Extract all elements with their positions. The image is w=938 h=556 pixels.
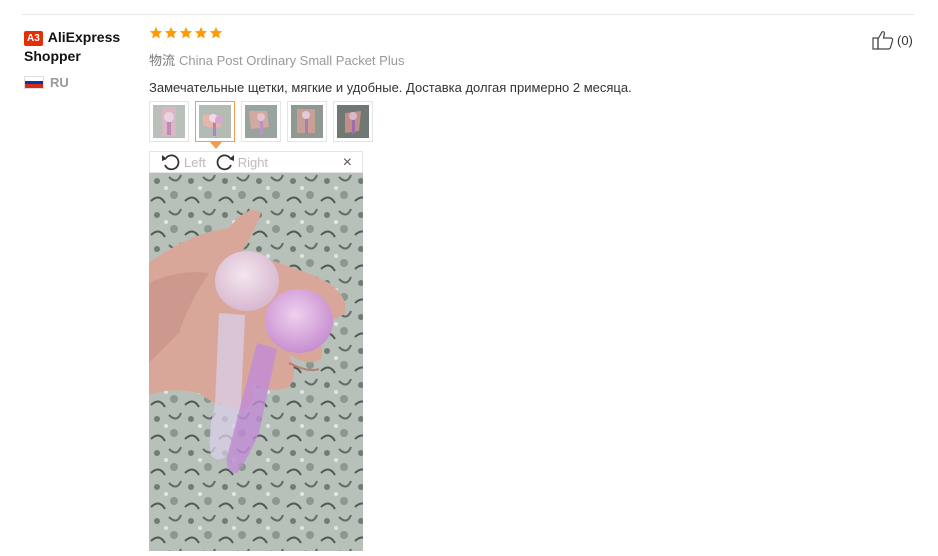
reviewer-name: AliExpress	[47, 29, 121, 45]
logistics-info: 物流 China Post Ordinary Small Packet Plus	[149, 50, 849, 69]
star-rating	[149, 26, 849, 44]
rotate-left-icon	[162, 154, 180, 171]
top-divider	[22, 14, 914, 15]
thumbs-up-icon	[872, 31, 894, 50]
photo-thumbnail[interactable]	[149, 101, 189, 142]
logistics-value: China Post Ordinary Small Packet Plus	[179, 53, 405, 68]
photo-thumbnails	[149, 101, 373, 149]
rotate-left-label: Left	[184, 154, 206, 170]
rotate-right-label: Right	[237, 154, 269, 170]
logistics-label: 物流	[149, 53, 176, 68]
star-icon	[164, 26, 178, 39]
review-text: Замечательные щетки, мягкие и удобные. Д…	[149, 80, 632, 95]
photo-thumbnail[interactable]	[333, 101, 373, 142]
photo-thumbnail[interactable]	[287, 101, 327, 142]
member-level-badge: A3	[24, 31, 43, 46]
thumbnail-image	[199, 105, 231, 138]
helpful-button[interactable]: (0)	[872, 30, 913, 50]
thumbnail-image	[153, 105, 185, 138]
russia-flag-icon	[24, 76, 44, 89]
review-photo-large	[149, 173, 363, 551]
review-body: 物流 China Post Ordinary Small Packet Plus …	[149, 26, 849, 95]
thumbnail-image	[245, 105, 277, 138]
thumbnail-image	[337, 105, 369, 138]
star-icon	[194, 26, 208, 39]
reviewer-country: RU	[24, 75, 144, 90]
reviewer-info: A3 AliExpress Shopper RU	[24, 28, 144, 90]
country-code: RU	[50, 75, 69, 90]
rotate-right-button[interactable]: Right	[214, 152, 268, 172]
photo-thumbnail-active[interactable]	[195, 101, 235, 149]
star-icon	[149, 26, 163, 39]
star-icon	[179, 26, 193, 39]
photo-thumbnail[interactable]	[241, 101, 281, 142]
review-photo-image	[149, 173, 363, 551]
close-viewer-button[interactable]: ×	[343, 154, 352, 172]
thumbnail-image	[291, 105, 323, 138]
rotate-right-icon	[216, 154, 234, 171]
photo-viewer-toolbar: Left Right ×	[149, 151, 363, 173]
helpful-count: (0)	[897, 32, 913, 48]
reviewer-name-line2: Shopper	[24, 48, 81, 64]
star-icon	[209, 26, 223, 39]
rotate-left-button[interactable]: Left	[160, 152, 206, 172]
